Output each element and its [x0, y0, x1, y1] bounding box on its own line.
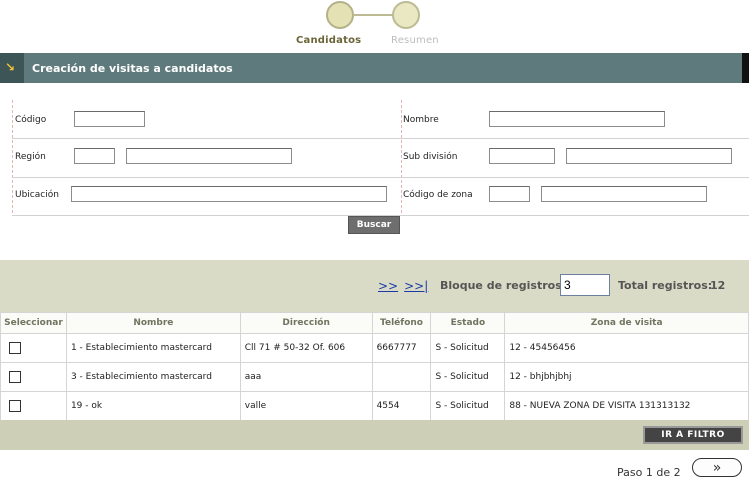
region-code-input[interactable] — [74, 148, 115, 164]
estado-cell: S - Solicitud — [430, 362, 506, 392]
section-header: ↘ Creación de visitas a candidatos — [0, 53, 749, 83]
telefono-cell — [371, 362, 432, 392]
nombre-label: Nombre — [403, 115, 439, 125]
nombre-cell: 3 - Establecimiento mastercard — [65, 362, 241, 392]
estado-cell: S - Solicitud — [430, 333, 506, 363]
direccion-cell: Cll 71 # 50-32 Of. 606 — [239, 333, 373, 363]
region-name-input[interactable] — [126, 148, 292, 164]
direccion-cell: valle — [239, 391, 373, 421]
ubicacion-input[interactable] — [71, 186, 387, 202]
buscar-button[interactable]: Buscar — [348, 216, 400, 234]
wizard-stepper: Candidatos Resumen — [0, 0, 749, 50]
double-chevron-right-icon: » — [712, 459, 722, 476]
codigo-zona-code-input[interactable] — [489, 186, 530, 202]
table-row: 19 - ok valle 4554 S - Solicitud 88 - NU… — [0, 391, 749, 421]
select-cell — [0, 333, 67, 363]
table-header-row: Seleccionar Nombre Dirección Teléfono Es… — [0, 312, 749, 334]
header-corner: ↘ — [0, 53, 24, 83]
col-header-telefono: Teléfono — [371, 312, 432, 334]
ubicacion-label: Ubicación — [15, 190, 59, 200]
col-header-nombre: Nombre — [65, 312, 241, 334]
arrow-down-right-icon: ↘ — [5, 60, 16, 74]
total-value: 12 — [710, 279, 726, 292]
codigo-zona-name-input[interactable] — [541, 186, 707, 202]
results-table: Seleccionar Nombre Dirección Teléfono Es… — [0, 312, 749, 421]
step-candidatos-label: Candidatos — [296, 35, 362, 46]
next-page-link[interactable]: >> — [378, 279, 398, 293]
bloque-label: Bloque de registros: — [440, 279, 567, 292]
step-connector — [353, 14, 393, 16]
nombre-input[interactable] — [489, 111, 665, 127]
col-header-direccion: Dirección — [239, 312, 373, 334]
col-header-estado: Estado — [430, 312, 506, 334]
zona-cell: 12 - bhjbhjbhj — [504, 362, 749, 392]
step-indicator: Paso 1 de 2 — [617, 466, 681, 479]
next-step-button[interactable]: » — [692, 458, 742, 477]
step-resumen-label: Resumen — [391, 35, 439, 46]
row-checkbox[interactable] — [9, 371, 21, 383]
direccion-cell: aaa — [239, 362, 373, 392]
total-label: Total registros: — [618, 279, 713, 292]
region-label: Región — [15, 152, 46, 162]
table-footer-bar — [0, 420, 749, 450]
ir-a-filtro-button[interactable]: IR A FILTRO — [643, 426, 743, 444]
col-header-zona: Zona de visita — [504, 312, 749, 334]
codigo-zona-label: Código de zona — [403, 190, 473, 200]
estado-cell: S - Solicitud — [430, 391, 506, 421]
table-row: 3 - Establecimiento mastercard aaa S - S… — [0, 362, 749, 392]
row-checkbox[interactable] — [9, 342, 21, 354]
select-cell — [0, 391, 67, 421]
section-title: Creación de visitas a candidatos — [32, 61, 233, 75]
telefono-cell: 4554 — [371, 391, 432, 421]
last-page-link[interactable]: >>| — [404, 279, 428, 293]
subdivision-code-input[interactable] — [489, 148, 555, 164]
telefono-cell: 6667777 — [371, 333, 432, 363]
codigo-label: Código — [15, 115, 47, 125]
col-header-seleccionar: Seleccionar — [0, 312, 67, 334]
subdivision-name-input[interactable] — [566, 148, 732, 164]
step-resumen-circle — [392, 1, 420, 29]
nombre-cell: 1 - Establecimiento mastercard — [65, 333, 241, 363]
header-edge — [742, 53, 749, 83]
step-candidatos-circle — [326, 1, 354, 29]
bloque-input[interactable] — [560, 274, 610, 296]
subdivision-label: Sub división — [403, 152, 458, 162]
pager-links: >> >>| — [378, 279, 434, 293]
zona-cell: 12 - 45456456 — [504, 333, 749, 363]
select-cell — [0, 362, 67, 392]
codigo-input[interactable] — [74, 111, 145, 127]
zona-cell: 88 - NUEVA ZONA DE VISITA 131313132 — [504, 391, 749, 421]
nombre-cell: 19 - ok — [65, 391, 241, 421]
row-checkbox[interactable] — [9, 400, 21, 412]
table-row: 1 - Establecimiento mastercard Cll 71 # … — [0, 333, 749, 363]
